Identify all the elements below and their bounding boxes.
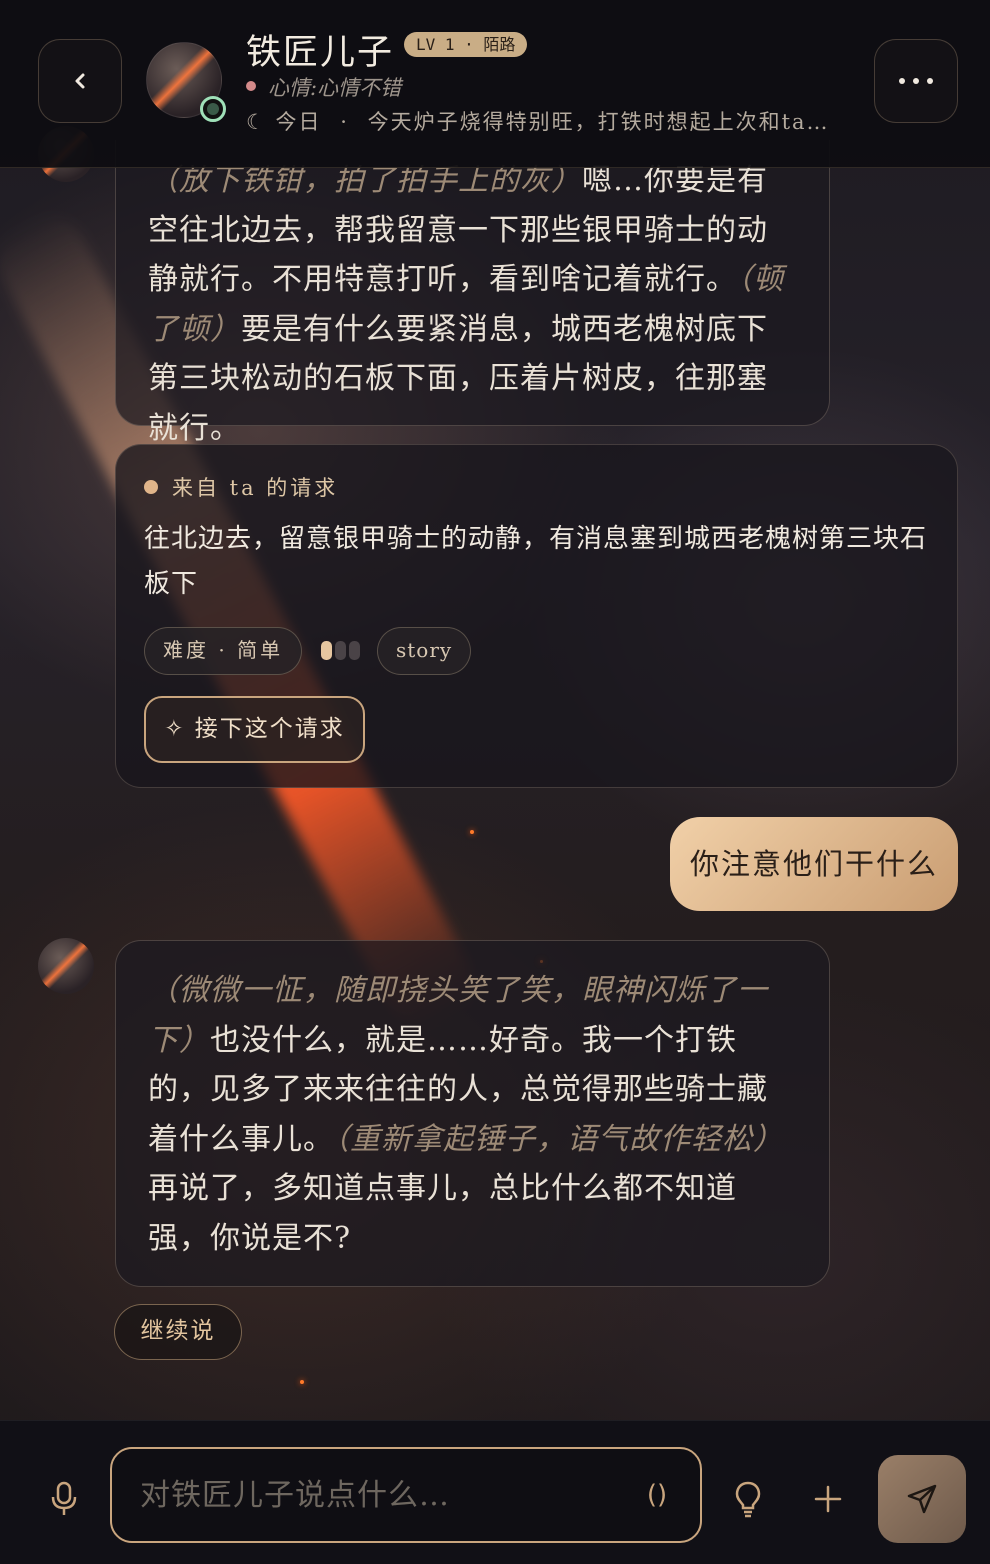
- send-button[interactable]: [878, 1455, 966, 1543]
- difficulty-meter: [321, 641, 360, 660]
- today-summary[interactable]: ☾ 今日 · 今天炉子烧得特别旺，打铁时想起上次和ta…: [246, 106, 836, 136]
- add-attachment-button[interactable]: [802, 1473, 854, 1525]
- difficulty-pip: [349, 641, 360, 660]
- today-separator: ·: [340, 110, 349, 134]
- bot-message: （放下铁钳，拍了拍手上的灰）嗯…你要是有空往北边去，帮我留意一下那些银甲骑士的动…: [115, 140, 830, 446]
- level-badge: LV 1 · 陌路: [404, 32, 528, 57]
- difficulty-chip: 难度 · 简单: [144, 627, 303, 675]
- today-text: 今天炉子烧得特别旺，打铁时想起上次和ta…: [367, 110, 830, 134]
- composer-bar: (): [0, 1420, 990, 1564]
- back-button[interactable]: [38, 39, 122, 123]
- more-options-button[interactable]: [874, 39, 958, 123]
- chevron-left-icon: [75, 73, 85, 89]
- category-tag: story: [377, 627, 472, 675]
- mood-dot-icon: [246, 81, 256, 91]
- request-source: 来自 ta 的请求: [172, 476, 339, 500]
- ember: [470, 830, 474, 834]
- send-icon: [907, 1484, 937, 1514]
- bot-message: （微微一怔，随即挠头笑了笑，眼神闪烁了一下）也没什么，就是……好奇。我一个打铁的…: [115, 940, 830, 1287]
- plus-icon: [814, 1485, 842, 1513]
- message-input[interactable]: [140, 1449, 620, 1541]
- more-dots-icon: [899, 78, 933, 84]
- accept-request-button[interactable]: ✧ 接下这个请求: [144, 696, 365, 763]
- online-status-icon: [200, 96, 226, 122]
- moon-icon: ☾: [246, 110, 267, 134]
- today-label: 今日: [275, 110, 322, 134]
- difficulty-pip: [335, 641, 346, 660]
- request-dot-icon: [144, 480, 158, 494]
- ember: [300, 1380, 304, 1384]
- message-text: 再说了，多知道点事儿，总比什么都不知道强，你说是不?: [148, 1171, 737, 1256]
- user-message: 你注意他们干什么: [670, 817, 958, 911]
- microphone-icon: [51, 1481, 77, 1515]
- difficulty-pip: [321, 641, 332, 660]
- character-name: 铁匠儿子: [246, 33, 395, 73]
- message-input-box[interactable]: (): [110, 1447, 702, 1543]
- lightbulb-icon: [735, 1481, 761, 1518]
- message-text: 要是有什么要紧消息，城西老槐树底下第三块松动的石板下面，压着片树皮，往那塞就行。: [148, 311, 768, 446]
- chat-header: 铁匠儿子 LV 1 · 陌路 心情:心情不错 ☾ 今日 · 今天炉子烧得特别旺，…: [0, 0, 990, 168]
- bot-avatar[interactable]: [38, 938, 94, 994]
- action-text: （重新拿起锤子，语气故作轻松）: [334, 1121, 784, 1157]
- action-text: （放下铁钳，拍了拍手上的灰）: [148, 163, 582, 198]
- action-parentheses-button[interactable]: (): [632, 1449, 682, 1541]
- hint-button[interactable]: [722, 1473, 774, 1525]
- mood-status: 心情:心情不错: [268, 76, 402, 100]
- request-text: 往北边去，留意银甲骑士的动静，有消息塞到城西老槐树第三块石板下: [144, 524, 928, 599]
- request-card: 来自 ta 的请求 往北边去，留意银甲骑士的动静，有消息塞到城西老槐树第三块石板…: [115, 444, 958, 788]
- voice-input-button[interactable]: [38, 1473, 90, 1525]
- continue-button[interactable]: 继续说: [114, 1304, 242, 1360]
